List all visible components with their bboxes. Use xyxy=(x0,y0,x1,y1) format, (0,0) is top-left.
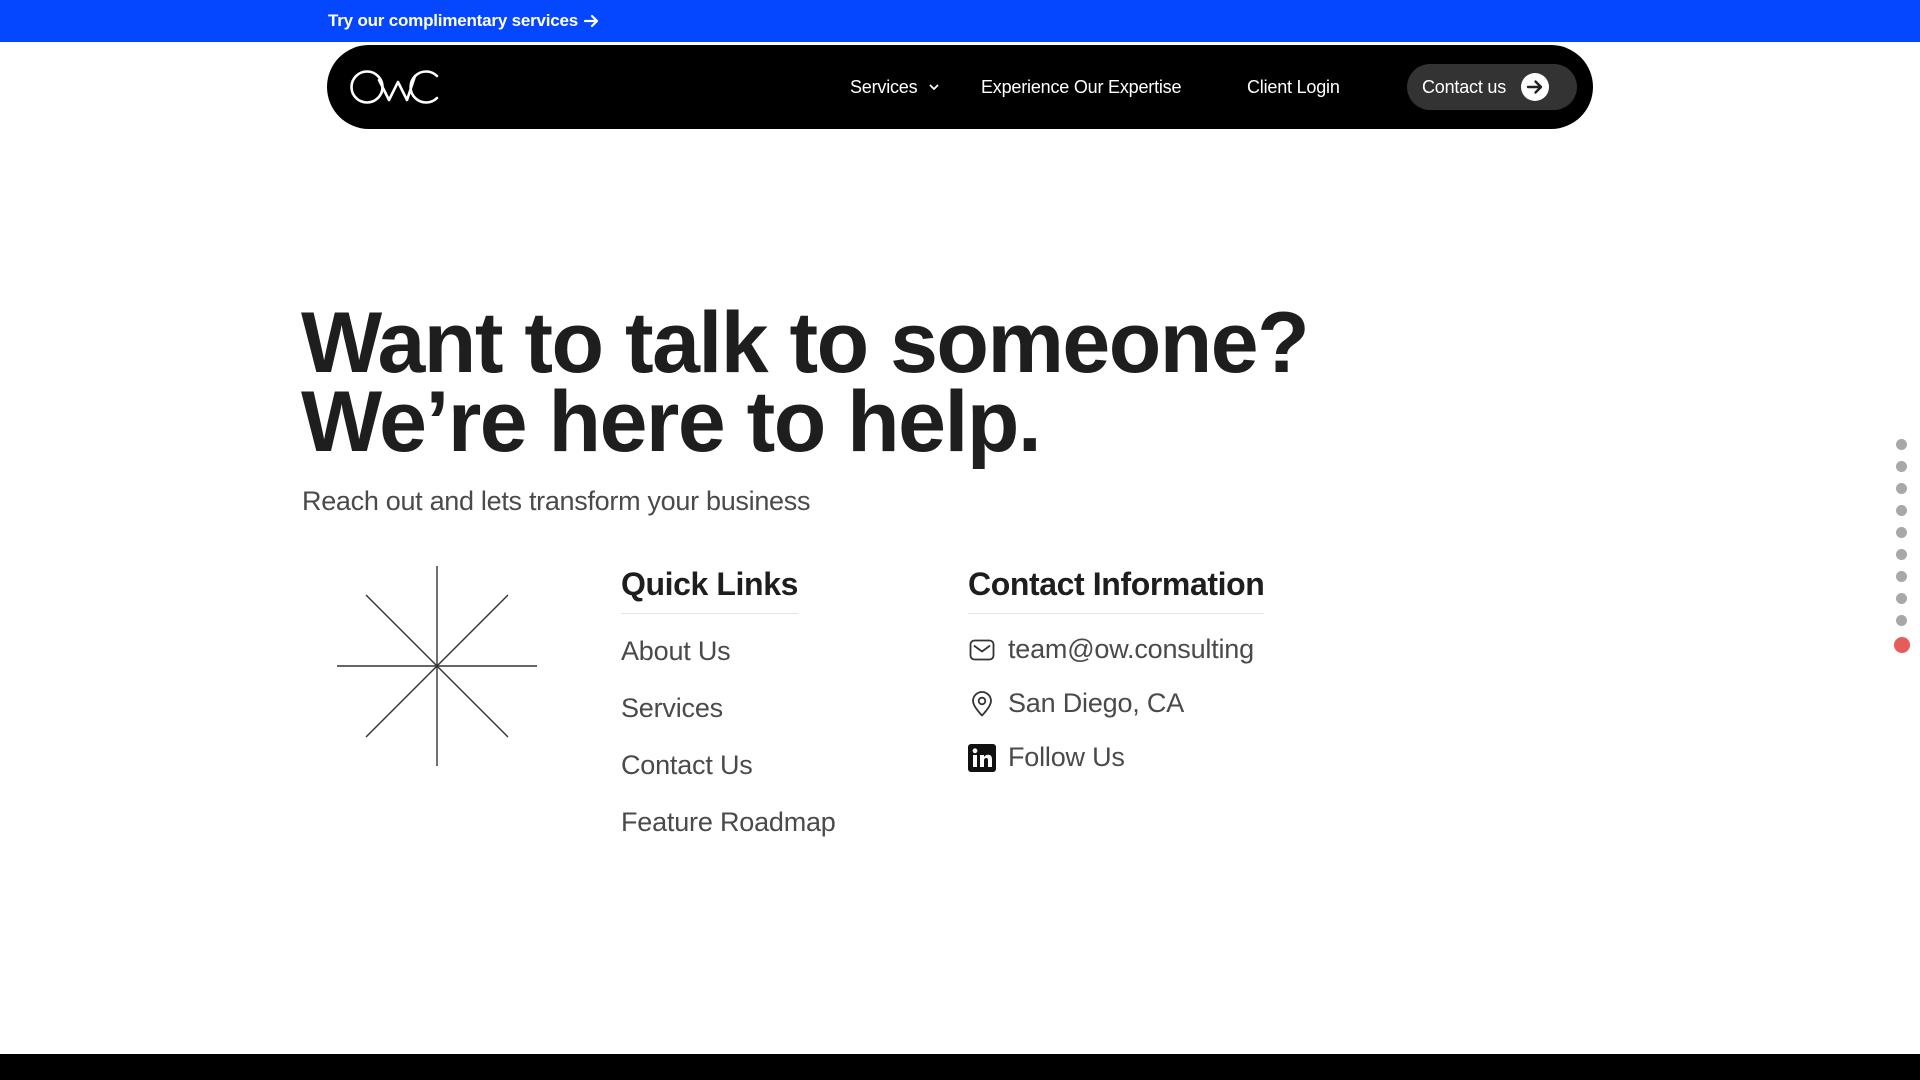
dot-nav-item[interactable] xyxy=(1895,461,1907,472)
contact-us-button[interactable]: Contact us xyxy=(1407,64,1577,110)
hero-title: Want to talk to someone? We’re here to h… xyxy=(301,295,1401,470)
dot-nav-item[interactable] xyxy=(1895,505,1907,516)
dot-nav-item-active[interactable] xyxy=(1894,637,1910,653)
hero-title-line1: Want to talk to someone? xyxy=(301,295,1310,391)
nav-expertise-label: Experience Our Expertise xyxy=(981,76,1182,97)
dot-nav-item[interactable] xyxy=(1895,549,1907,560)
quick-links-title: Quick Links xyxy=(621,566,798,614)
nav-services-label: Services xyxy=(850,76,918,97)
chevron-down-icon xyxy=(929,84,939,91)
section-dot-nav xyxy=(1894,439,1910,664)
hero-title-line2: We’re here to help. xyxy=(301,374,1042,470)
starburst-icon xyxy=(336,565,538,767)
promo-text: Try our complimentary services xyxy=(328,11,579,30)
dot-nav-item[interactable] xyxy=(1895,527,1907,538)
contact-info-title: Contact Information xyxy=(968,566,1265,614)
dot-nav-item[interactable] xyxy=(1895,593,1907,604)
nav-experience-expertise[interactable]: Experience Our Expertise xyxy=(981,45,1181,129)
nav-login-label: Client Login xyxy=(1247,76,1340,97)
dot-nav-item[interactable] xyxy=(1895,439,1907,450)
contact-linkedin[interactable]: Follow Us xyxy=(968,742,1125,773)
contact-location: San Diego, CA xyxy=(968,688,1184,719)
promo-link[interactable]: Try our complimentary services xyxy=(328,0,600,42)
contact-email-text: team@ow.consulting xyxy=(1008,634,1254,664)
arrow-right-icon xyxy=(584,14,600,28)
dot-nav-item[interactable] xyxy=(1895,571,1907,582)
contact-location-text: San Diego, CA xyxy=(1008,688,1184,718)
contact-us-label: Contact us xyxy=(1422,76,1507,97)
hero-subtitle: Reach out and lets transform your busine… xyxy=(302,486,811,516)
nav-client-login[interactable]: Client Login xyxy=(1247,45,1340,129)
linkedin-icon xyxy=(968,743,996,772)
dot-nav-item[interactable] xyxy=(1895,615,1907,626)
main-navbar: Services Experience Our Expertise Client… xyxy=(327,45,1593,129)
mail-icon xyxy=(968,636,996,664)
link-services[interactable]: Services xyxy=(621,693,723,724)
contact-email[interactable]: team@ow.consulting xyxy=(968,634,1254,665)
footer-strip xyxy=(0,1054,1920,1080)
dot-nav-item[interactable] xyxy=(1895,483,1907,494)
arrow-right-icon xyxy=(1521,73,1549,101)
link-about-us[interactable]: About Us xyxy=(621,636,731,667)
link-contact-us[interactable]: Contact Us xyxy=(621,750,753,781)
follow-us-text: Follow Us xyxy=(1008,742,1125,772)
owc-logo[interactable] xyxy=(349,66,443,108)
location-pin-icon xyxy=(968,690,996,718)
promo-banner: Try our complimentary services xyxy=(0,0,1920,42)
link-feature-roadmap[interactable]: Feature Roadmap xyxy=(621,807,836,838)
nav-services[interactable]: Services xyxy=(850,45,939,129)
